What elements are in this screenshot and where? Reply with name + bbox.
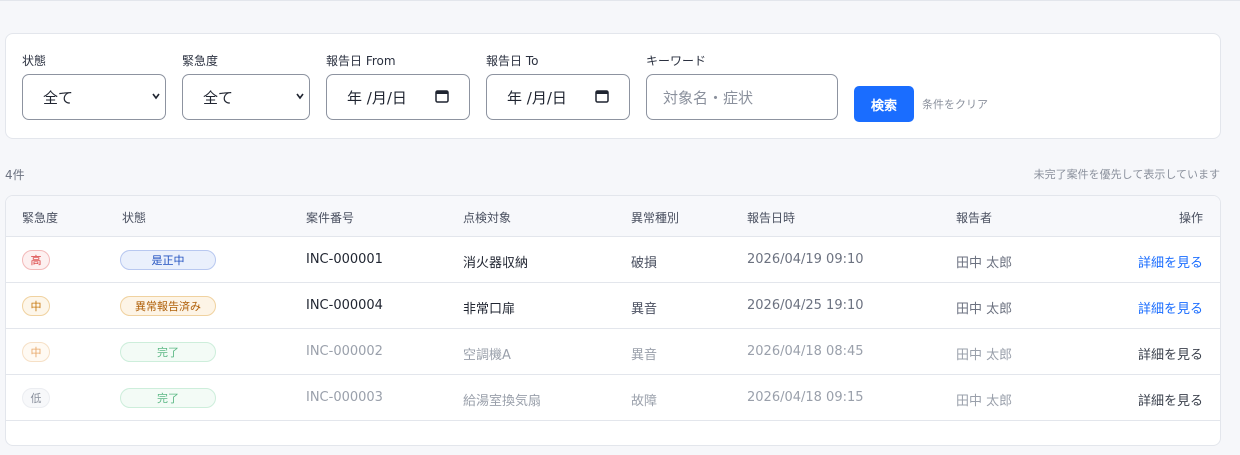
date-to-filter: 報告日 To 年 /月/日 <box>486 52 630 120</box>
anomaly-type: 破損 <box>631 256 658 271</box>
inspection-target: 給湯室換気扇 <box>463 394 542 409</box>
reported-at: 2026/04/18 08:45 <box>747 344 864 359</box>
reported-at: 2026/04/18 09:15 <box>747 390 864 405</box>
table-row: 高 是正中 INC-000001 消火器収納 破損 2026/04/19 09:… <box>6 237 1220 283</box>
priority-badge: 中 <box>22 296 50 316</box>
status-badge: 異常報告済み <box>120 296 216 316</box>
filter-panel: 状態 全て 緊急度 全て 報告日 From 年 /月/日 報告日 To 年 /月… <box>5 33 1221 139</box>
case-number: INC-000003 <box>306 390 383 405</box>
column-header-target: 点検対象 <box>463 211 512 225</box>
view-details-link[interactable]: 詳細を見る <box>1138 390 1203 409</box>
keyword-label: キーワード <box>646 54 707 68</box>
table-header: 緊急度 状態 案件番号 点検対象 異常種別 報告日時 報告者 操作 <box>6 196 1220 237</box>
urgency-filter-label: 緊急度 <box>182 54 219 68</box>
calendar-icon[interactable] <box>435 89 449 103</box>
keyword-input[interactable]: 対象名・症状 <box>646 74 838 120</box>
column-header-case-number: 案件番号 <box>306 211 355 225</box>
reporter: 田中 太郎 <box>956 256 1013 271</box>
date-from-value: 年 /月/日 <box>347 88 407 107</box>
reporter: 田中 太郎 <box>956 348 1013 363</box>
inspection-target: 非常口扉 <box>463 302 516 317</box>
status-filter: 状態 全て <box>22 52 166 120</box>
status-select-value: 全て <box>43 88 74 107</box>
date-to-input[interactable]: 年 /月/日 <box>486 74 630 120</box>
status-badge: 完了 <box>120 388 216 408</box>
case-number: INC-000004 <box>306 298 383 313</box>
status-badge: 是正中 <box>120 250 216 270</box>
reported-at: 2026/04/25 19:10 <box>747 298 864 313</box>
chevron-down-icon <box>296 93 304 100</box>
status-badge: 完了 <box>120 342 216 362</box>
table-row: 中 完了 INC-000002 空調機A 異音 2026/04/18 08:45… <box>6 329 1220 375</box>
sort-note: 未完了案件を優先して表示しています <box>1033 168 1220 181</box>
urgency-filter: 緊急度 全て <box>182 52 310 120</box>
table-row: 低 完了 INC-000003 給湯室換気扇 故障 2026/04/18 09:… <box>6 375 1220 421</box>
priority-badge: 高 <box>22 250 50 270</box>
keyword-placeholder: 対象名・症状 <box>663 88 754 107</box>
date-from-label: 報告日 From <box>326 54 396 68</box>
column-header-reporter: 報告者 <box>956 211 993 225</box>
status-filter-label: 状態 <box>22 54 47 68</box>
anomaly-type: 故障 <box>631 394 658 409</box>
keyword-filter: キーワード 対象名・症状 <box>646 52 838 120</box>
date-from-input[interactable]: 年 /月/日 <box>326 74 470 120</box>
case-number: INC-000002 <box>306 344 383 359</box>
top-divider <box>0 0 1240 1</box>
column-header-anomaly-type: 異常種別 <box>631 211 680 225</box>
chevron-down-icon <box>152 93 160 100</box>
status-select[interactable]: 全て <box>22 74 166 120</box>
view-details-link[interactable]: 詳細を見る <box>1138 298 1203 317</box>
anomaly-type: 異音 <box>631 302 658 317</box>
priority-badge: 中 <box>22 342 50 362</box>
clear-filters-link[interactable]: 条件をクリア <box>922 96 988 112</box>
urgency-select[interactable]: 全て <box>182 74 310 120</box>
search-button[interactable]: 検索 <box>854 86 914 122</box>
incident-table: 緊急度 状態 案件番号 点検対象 異常種別 報告日時 報告者 操作 高 是正中 … <box>5 195 1221 446</box>
table-row: 中 異常報告済み INC-000004 非常口扉 異音 2026/04/25 1… <box>6 283 1220 329</box>
priority-badge: 低 <box>22 388 50 408</box>
column-header-status: 状態 <box>122 211 147 225</box>
urgency-select-value: 全て <box>203 88 234 107</box>
date-from-filter: 報告日 From 年 /月/日 <box>326 52 470 120</box>
result-count: 4件 <box>5 168 25 182</box>
column-header-urgency: 緊急度 <box>22 211 59 225</box>
anomaly-type: 異音 <box>631 348 658 363</box>
case-number: INC-000001 <box>306 252 383 267</box>
date-to-value: 年 /月/日 <box>507 88 567 107</box>
view-details-link[interactable]: 詳細を見る <box>1138 344 1203 363</box>
date-to-label: 報告日 To <box>486 54 539 68</box>
reported-at: 2026/04/19 09:10 <box>747 252 864 267</box>
inspection-target: 空調機A <box>463 348 511 363</box>
view-details-link[interactable]: 詳細を見る <box>1138 252 1203 271</box>
calendar-icon[interactable] <box>595 89 609 103</box>
inspection-target: 消火器収納 <box>463 256 529 271</box>
column-header-actions: 操作 <box>1178 211 1203 225</box>
reporter: 田中 太郎 <box>956 302 1013 317</box>
reporter: 田中 太郎 <box>956 394 1013 409</box>
column-header-reported-at: 報告日時 <box>747 211 796 225</box>
